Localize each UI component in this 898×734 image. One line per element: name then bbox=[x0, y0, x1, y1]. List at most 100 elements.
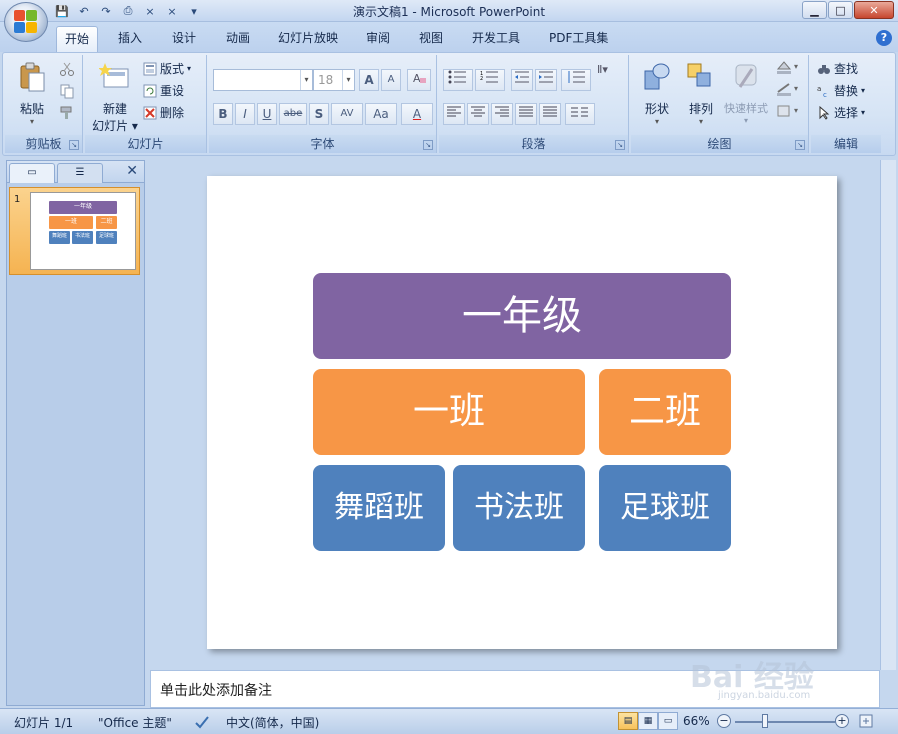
paste-button[interactable]: 粘贴 ▾ bbox=[9, 59, 55, 129]
clear-format-button[interactable]: A bbox=[407, 69, 431, 91]
paragraph-group-label: 段落 bbox=[439, 135, 628, 153]
tab-design[interactable]: 设计 bbox=[164, 26, 204, 52]
italic-button[interactable]: I bbox=[235, 103, 255, 125]
clipboard-group: 粘贴 ▾ 剪贴板 ↘ bbox=[5, 55, 83, 153]
office-button[interactable] bbox=[4, 2, 48, 42]
font-group-label: 字体 bbox=[209, 135, 436, 153]
title-box-grade[interactable]: 一年级 bbox=[313, 273, 731, 359]
tab-home[interactable]: 开始 bbox=[56, 26, 99, 52]
shape-fill-icon[interactable]: ▾ bbox=[775, 59, 803, 75]
outline-tab[interactable]: ☰ bbox=[57, 163, 103, 183]
panel-close-icon[interactable]: ✕ bbox=[126, 163, 138, 179]
close-button[interactable]: ✕ bbox=[854, 1, 894, 19]
calligraphy-club-box[interactable]: 书法班 bbox=[453, 465, 585, 551]
shrink-font-button[interactable]: A bbox=[381, 69, 401, 91]
font-launcher-icon[interactable]: ↘ bbox=[423, 140, 433, 150]
quick-styles-button[interactable]: 快速样式 ▾ bbox=[723, 59, 769, 129]
minimize-button[interactable]: ▁ bbox=[802, 1, 827, 19]
maximize-button[interactable]: □ bbox=[828, 1, 853, 19]
justify-button[interactable] bbox=[515, 103, 537, 125]
dance-club-box[interactable]: 舞蹈班 bbox=[313, 465, 445, 551]
layout-button[interactable]: 版式 ▾ bbox=[143, 59, 191, 79]
class2-box[interactable]: 二班 bbox=[599, 369, 731, 455]
vertical-scrollbar[interactable] bbox=[880, 160, 896, 670]
cut-icon[interactable] bbox=[59, 61, 75, 77]
quick-styles-icon bbox=[735, 64, 757, 88]
zoom-out-button[interactable]: − bbox=[717, 714, 731, 728]
paragraph-launcher-icon[interactable]: ↘ bbox=[615, 140, 625, 150]
increase-indent-button[interactable] bbox=[535, 69, 557, 91]
class1-box[interactable]: 一班 bbox=[313, 369, 585, 455]
slide-sorter-view-button[interactable]: ▦ bbox=[638, 712, 658, 730]
fit-to-window-icon[interactable] bbox=[858, 713, 874, 729]
svg-text:▾: ▾ bbox=[794, 84, 798, 93]
spell-check-icon[interactable] bbox=[194, 714, 210, 730]
grow-font-button[interactable]: A bbox=[359, 69, 379, 91]
tab-animations[interactable]: 动画 bbox=[218, 26, 258, 52]
shadow-button[interactable]: S bbox=[309, 103, 329, 125]
notes-placeholder: 单击此处添加备注 bbox=[160, 683, 272, 699]
shape-outline-icon[interactable]: ▾ bbox=[775, 81, 803, 97]
copy-icon[interactable] bbox=[59, 83, 75, 99]
arrange-button[interactable]: 排列 ▾ bbox=[679, 59, 723, 129]
tab-slideshow[interactable]: 幻灯片放映 bbox=[270, 26, 346, 52]
replace-button[interactable]: ac 替换 ▾ bbox=[817, 81, 865, 101]
zoom-slider-track[interactable] bbox=[735, 721, 835, 723]
columns-button[interactable] bbox=[565, 103, 595, 125]
ribbon-tabs: 开始 插入 设计 动画 幻灯片放映 审阅 视图 开发工具 PDF工具集 bbox=[0, 22, 898, 52]
slide-thumbnail-selected[interactable]: 1 一年级 一班 二班 舞蹈班 书法班 足球班 bbox=[9, 187, 140, 275]
font-color-button[interactable]: A bbox=[401, 103, 433, 125]
align-center-button[interactable] bbox=[467, 103, 489, 125]
zoom-in-button[interactable]: + bbox=[835, 714, 849, 728]
reset-button[interactable]: 重设 bbox=[143, 81, 184, 101]
tab-pdf-tools[interactable]: PDF工具集 bbox=[541, 26, 616, 52]
line-spacing-button[interactable] bbox=[561, 69, 591, 91]
select-button[interactable]: 选择 ▾ bbox=[817, 103, 865, 123]
slideshow-view-button[interactable]: ▭ bbox=[658, 712, 678, 730]
slides-tab[interactable]: ▭ bbox=[9, 163, 55, 183]
football-club-box[interactable]: 足球班 bbox=[599, 465, 731, 551]
char-spacing-button[interactable]: AV bbox=[331, 103, 363, 125]
slides-group-label: 幻灯片 bbox=[85, 135, 206, 153]
font-name-dropdown-icon: ▾ bbox=[300, 70, 312, 90]
slide-canvas[interactable]: 一年级 一班 二班 舞蹈班 书法班 足球班 bbox=[207, 176, 837, 649]
tab-review[interactable]: 审阅 bbox=[358, 26, 398, 52]
drawing-launcher-icon[interactable]: ↘ bbox=[795, 140, 805, 150]
font-name-combo[interactable]: ▾ bbox=[213, 69, 313, 91]
theme-status[interactable]: "Office 主题" bbox=[98, 714, 172, 731]
format-painter-icon[interactable] bbox=[59, 105, 75, 121]
bold-button[interactable]: B bbox=[213, 103, 233, 125]
zoom-slider-thumb[interactable] bbox=[762, 714, 768, 728]
find-button[interactable]: 查找 bbox=[817, 59, 858, 79]
window-title: 演示文稿1 - Microsoft PowerPoint bbox=[352, 5, 546, 19]
change-case-button[interactable]: Aa bbox=[365, 103, 397, 125]
normal-view-button[interactable]: ▤ bbox=[618, 712, 638, 730]
numbering-button[interactable]: 12 bbox=[475, 69, 505, 91]
arrange-dropdown-icon: ▾ bbox=[698, 117, 703, 126]
bullets-button[interactable] bbox=[443, 69, 473, 91]
tab-view[interactable]: 视图 bbox=[411, 26, 451, 52]
decrease-indent-button[interactable] bbox=[511, 69, 533, 91]
svg-text:▾: ▾ bbox=[794, 62, 798, 71]
paste-dropdown-icon: ▾ bbox=[29, 117, 34, 126]
zoom-level[interactable]: 66% bbox=[683, 714, 710, 728]
font-size-combo[interactable]: 18 ▾ bbox=[313, 69, 355, 91]
distributed-button[interactable] bbox=[539, 103, 561, 125]
editing-group-label: 编辑 bbox=[811, 135, 881, 153]
underline-button[interactable]: U bbox=[257, 103, 277, 125]
help-icon[interactable]: ? bbox=[876, 30, 892, 46]
clipboard-launcher-icon[interactable]: ↘ bbox=[69, 140, 79, 150]
shape-effects-icon[interactable]: ▾ bbox=[775, 103, 803, 119]
strikethrough-button[interactable]: abe bbox=[279, 103, 307, 125]
tab-insert[interactable]: 插入 bbox=[110, 26, 150, 52]
tab-developer[interactable]: 开发工具 bbox=[464, 26, 528, 52]
new-slide-button[interactable]: 新建 幻灯片 ▾ bbox=[89, 59, 141, 133]
shapes-button[interactable]: 形状 ▾ bbox=[635, 59, 679, 129]
drawing-group: 形状 ▾ 排列 ▾ 快速样式 ▾ ▾ ▾ ▾ 绘图 ↘ bbox=[631, 55, 809, 153]
align-right-button[interactable] bbox=[491, 103, 513, 125]
align-left-button[interactable] bbox=[443, 103, 465, 125]
text-direction-icon[interactable]: Ⅱ▾ bbox=[597, 63, 621, 81]
delete-slide-button[interactable]: 删除 bbox=[143, 103, 184, 123]
paragraph-group: 12 Ⅱ▾ 段落 ↘ bbox=[439, 55, 629, 153]
language-status[interactable]: 中文(简体，中国) bbox=[226, 714, 319, 731]
